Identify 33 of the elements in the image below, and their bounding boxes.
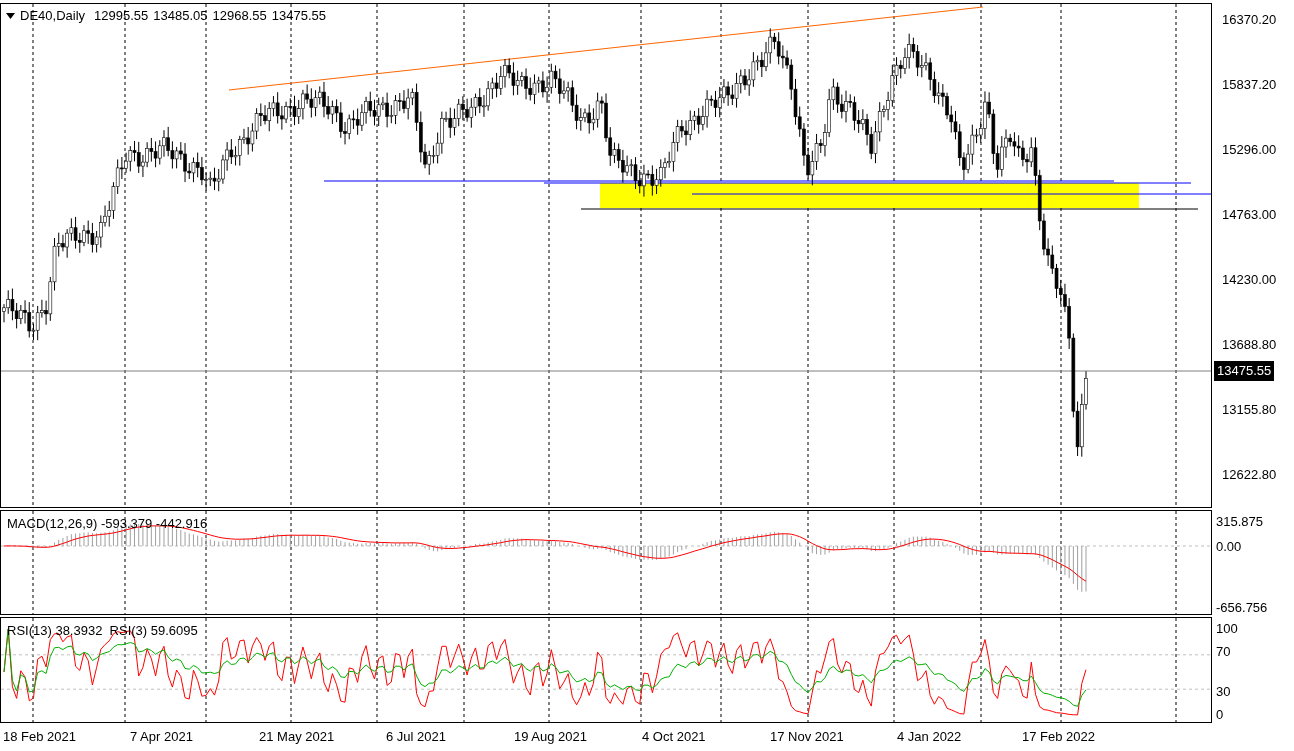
rsi-tick: 70 <box>1216 643 1231 661</box>
price-tick: 14230.00 <box>1222 271 1277 289</box>
price-tick: 13155.80 <box>1222 401 1277 419</box>
price-tick: 15837.20 <box>1222 76 1277 94</box>
rsi-tick: 30 <box>1216 683 1231 701</box>
date-tick: 17 Feb 2022 <box>1022 728 1095 746</box>
date-tick: 4 Oct 2021 <box>642 728 706 746</box>
price-tick: 13688.80 <box>1222 336 1277 354</box>
date-tick: 4 Jan 2022 <box>897 728 962 746</box>
macd-tick: -656.756 <box>1216 599 1268 617</box>
rsi-tick: 0 <box>1216 706 1224 724</box>
macd-tick: 315.875 <box>1216 513 1263 531</box>
price-tick: 16370.20 <box>1222 11 1277 29</box>
date-tick: 7 Apr 2021 <box>130 728 193 746</box>
macd-tick: 0.00 <box>1216 538 1242 556</box>
rsi-label: RSI(13) 38.3932 RSI(3) 59.6095 <box>7 622 198 640</box>
dropdown-triangle-icon[interactable] <box>6 12 15 19</box>
date-tick: 19 Aug 2021 <box>514 728 588 746</box>
symbol-label: DE40,Daily <box>20 7 86 25</box>
rsi-tick: 100 <box>1216 620 1238 638</box>
current-price-label: 13475.55 <box>1214 361 1275 381</box>
date-tick: 17 Nov 2021 <box>770 728 844 746</box>
ohlc-value: 13485.05 <box>153 7 208 25</box>
macd-label: MACD(12,26,9) -593.379 -442.916 <box>7 515 208 533</box>
price-tick: 12622.80 <box>1222 466 1277 484</box>
date-tick: 18 Feb 2021 <box>3 728 76 746</box>
ohlc-value: 13475.55 <box>271 7 326 25</box>
date-tick: 21 May 2021 <box>259 728 335 746</box>
price-tick: 14763.00 <box>1222 206 1277 224</box>
price-tick: 15296.00 <box>1222 141 1277 159</box>
ohlc-value: 12968.55 <box>212 7 267 25</box>
ohlc-value: 12995.55 <box>94 7 149 25</box>
date-tick: 6 Jul 2021 <box>386 728 446 746</box>
